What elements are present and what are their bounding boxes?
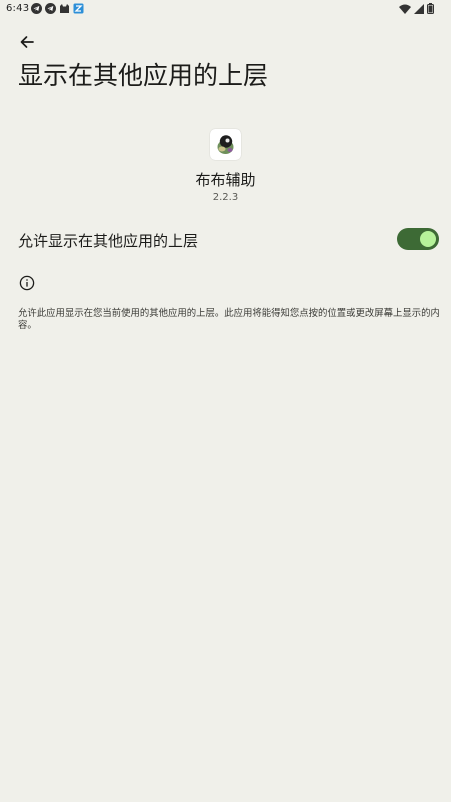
cat-icon [59, 3, 70, 14]
page-title: 显示在其他应用的上层 [18, 61, 269, 90]
permission-label: 允许显示在其他应用的上层 [18, 232, 199, 250]
battery-icon [427, 3, 434, 17]
telegram-icon [31, 3, 42, 14]
signal-icon [414, 3, 424, 17]
info-icon [19, 275, 35, 291]
info-description: 允许此应用显示在您当前使用的其他应用的上层。此应用将能得知您点按的位置或更改屏幕… [18, 308, 440, 331]
status-time: 6:43 [6, 3, 30, 14]
app-logo-icon [217, 135, 234, 154]
back-button[interactable] [16, 31, 38, 53]
telegram-icon [45, 3, 56, 14]
app-icon [210, 129, 241, 160]
status-bar: 6:43 [0, 0, 451, 18]
system-icons [399, 3, 434, 17]
arrow-back-icon [20, 36, 34, 48]
wifi-icon [399, 4, 411, 17]
app-version: 2.2.3 [212, 192, 239, 203]
toggle-thumb [420, 231, 436, 247]
screen: 6:43 显示在其他应用的上层 布布辅助 2.2.3 允许显示在其他应用的上层 … [0, 0, 451, 802]
app-name: 布布辅助 [195, 171, 256, 189]
permission-toggle-row[interactable]: 允许显示在其他应用的上层 [0, 218, 451, 262]
app-icon [73, 3, 84, 14]
notification-icons [31, 3, 84, 14]
permission-toggle-switch[interactable] [397, 228, 439, 250]
